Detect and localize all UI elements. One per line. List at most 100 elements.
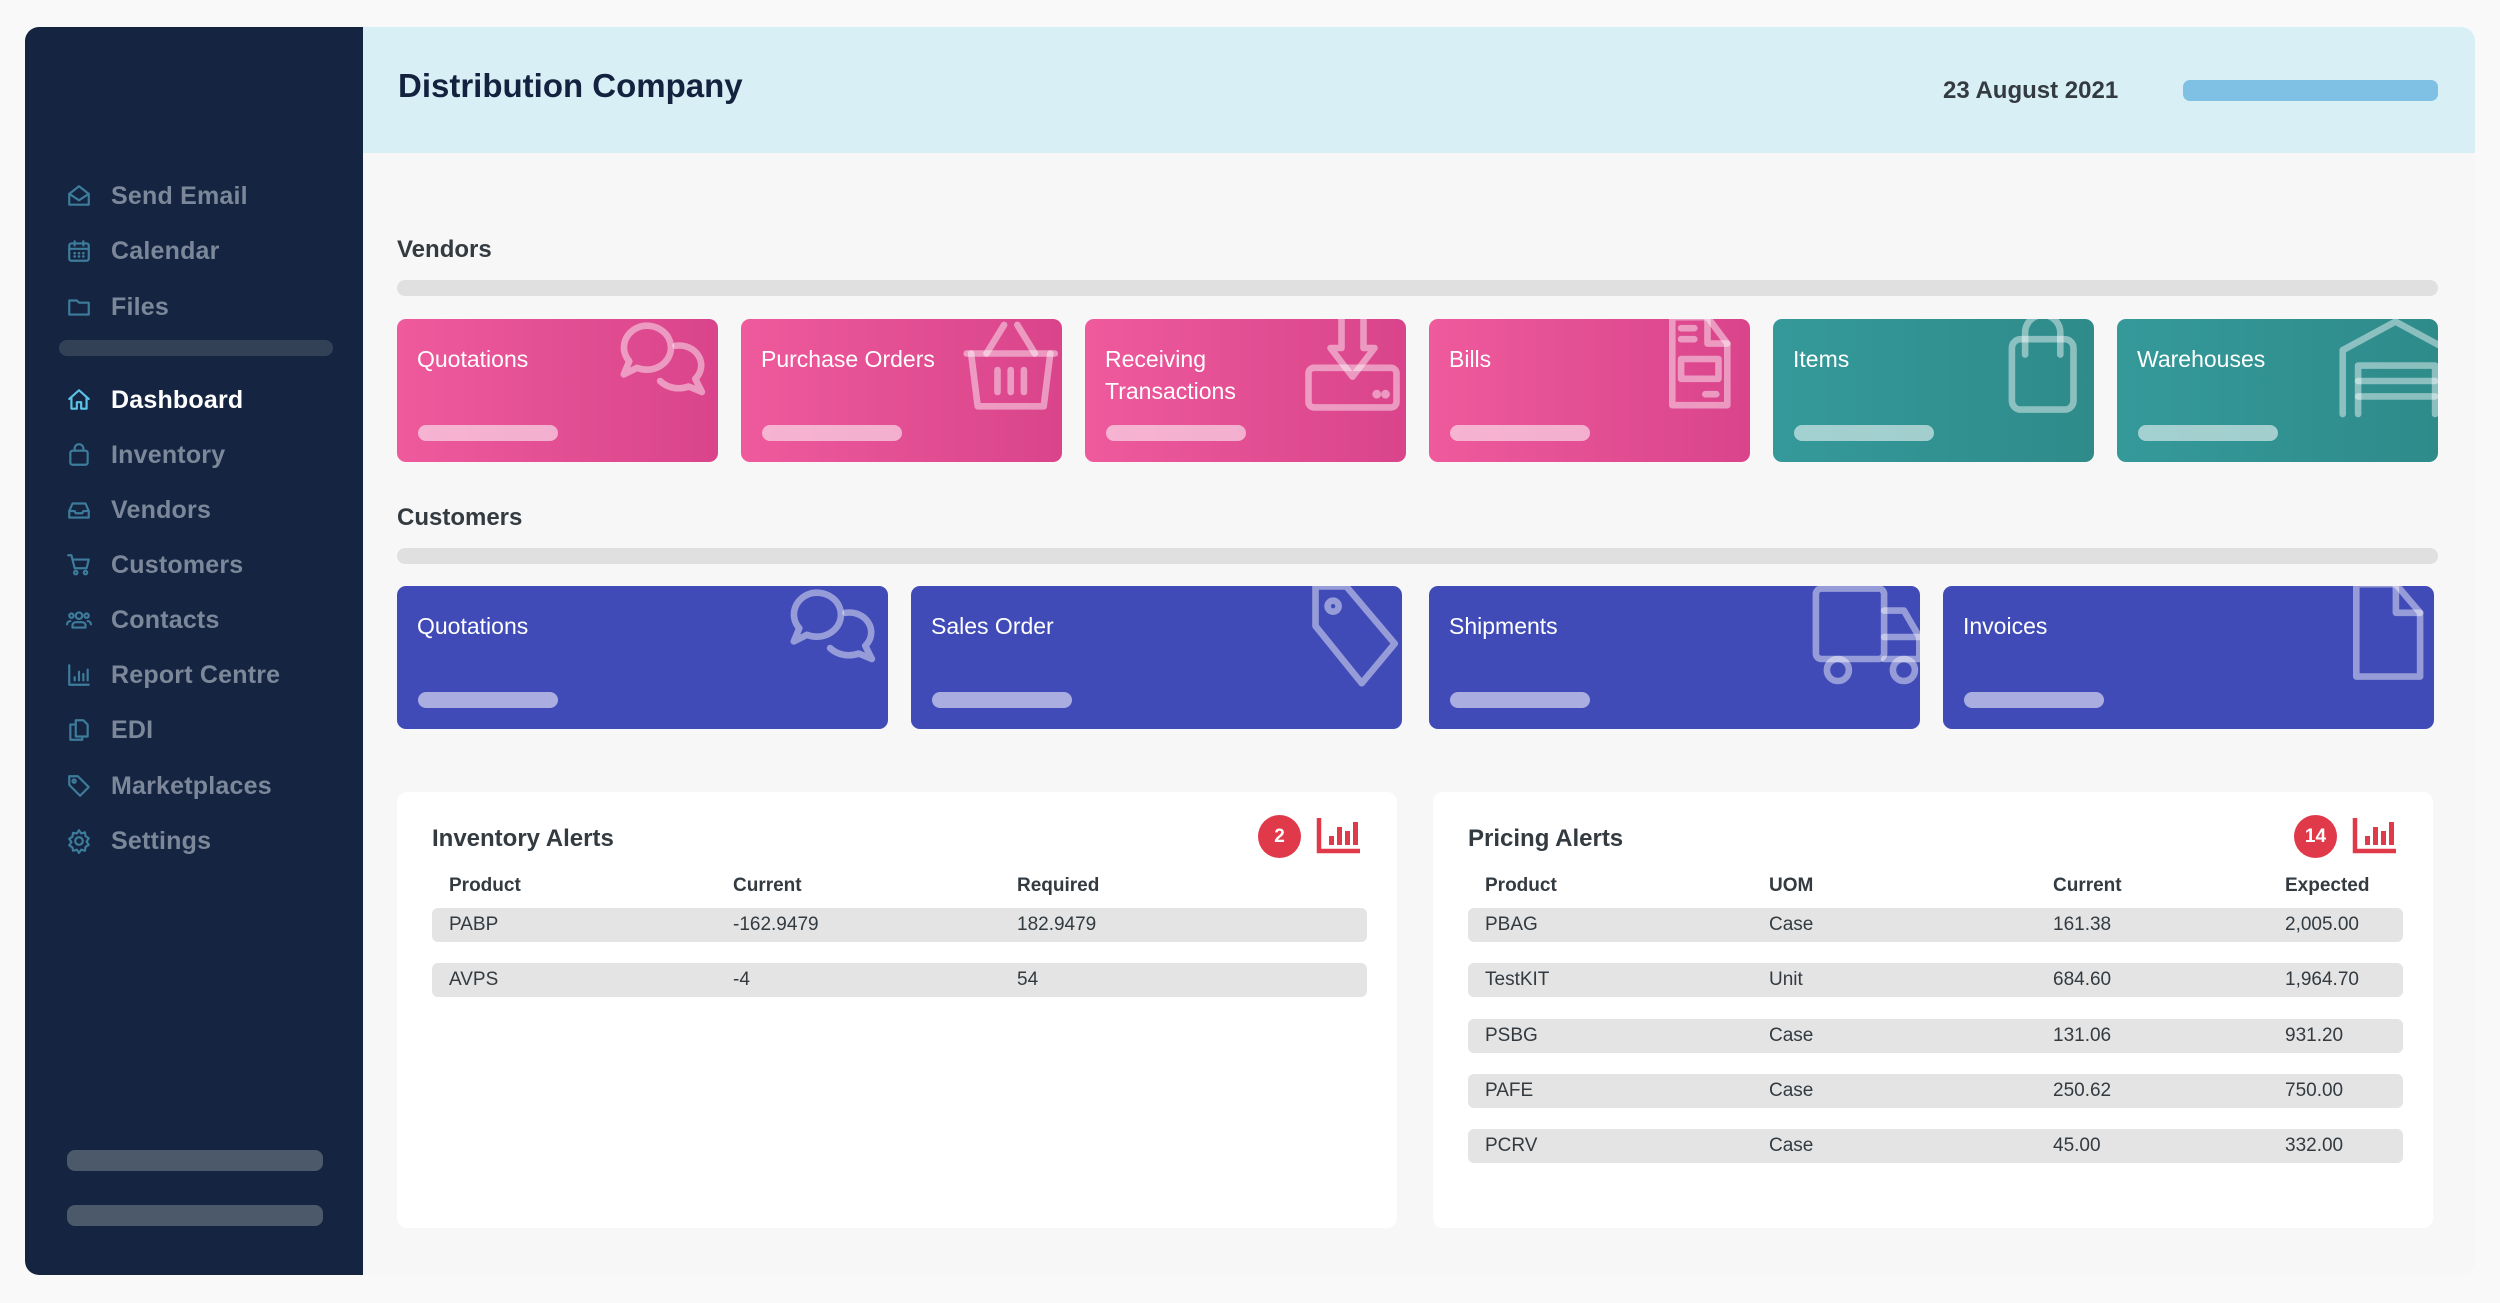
table-row[interactable]: PSBG Case 131.06 931.20 <box>1468 1019 2403 1053</box>
inbox-icon <box>65 496 93 524</box>
column-header: Product <box>449 875 521 896</box>
vendor-tile-warehouses[interactable]: Warehouses <box>2117 319 2438 462</box>
column-header: Required <box>1017 875 1100 896</box>
cell-expected: 750.00 <box>2285 1080 2344 1101</box>
tile-bar <box>932 692 1072 708</box>
sidebar-item-label: Report Centre <box>111 660 281 689</box>
tile-bar <box>1794 425 1934 441</box>
table-row[interactable]: AVPS -4 54 <box>432 963 1367 997</box>
table-row[interactable]: TestKIT Unit 684.60 1,964.70 <box>1468 963 2403 997</box>
cell-uom: Unit <box>1769 969 1803 990</box>
table-header: Product Current Required <box>432 875 1367 899</box>
table-row[interactable]: PAFE Case 250.62 750.00 <box>1468 1074 2403 1108</box>
tile-label: Quotations <box>417 346 529 372</box>
customer-tile-sales-order[interactable]: Sales Order <box>911 586 1402 729</box>
sidebar-item-label: Settings <box>111 826 212 855</box>
cell-expected: 2,005.00 <box>2285 914 2359 935</box>
sidebar: Send Email Calendar Files Dashboard Inve… <box>25 27 363 1275</box>
tile-label: Shipments <box>1449 613 1558 639</box>
customer-tile-invoices[interactable]: Invoices <box>1943 586 2434 729</box>
sidebar-item-label: EDI <box>111 715 154 744</box>
panel-title: Pricing Alerts <box>1468 825 1624 852</box>
sidebar-item-vendors[interactable]: Vendors <box>65 490 211 530</box>
sidebar-item-marketplaces[interactable]: Marketplaces <box>65 766 272 806</box>
cell-product: AVPS <box>449 969 499 990</box>
bar-chart-icon[interactable] <box>1316 816 1362 854</box>
user-menu-placeholder[interactable] <box>2183 80 2438 101</box>
table-row[interactable]: PBAG Case 161.38 2,005.00 <box>1468 908 2403 942</box>
tile-bar <box>1450 692 1590 708</box>
cell-product: PBAG <box>1485 914 1538 935</box>
tile-bar <box>418 692 558 708</box>
customers-section-divider <box>397 548 2438 564</box>
vendor-tile-receiving-transactions[interactable]: Receiving Transactions <box>1085 319 1406 462</box>
cell-product: PCRV <box>1485 1135 1538 1156</box>
sidebar-item-report-centre[interactable]: Report Centre <box>65 655 280 695</box>
shopping-bag-icon <box>65 441 93 469</box>
file-icon <box>2323 586 2434 692</box>
tile-bar <box>418 425 558 441</box>
vendor-tile-purchase-orders[interactable]: Purchase Orders <box>741 319 1062 462</box>
cell-uom: Case <box>1769 1080 1814 1101</box>
column-header: Expected <box>2285 875 2370 896</box>
sidebar-item-dashboard[interactable]: Dashboard <box>65 380 243 420</box>
table-row[interactable]: PCRV Case 45.00 332.00 <box>1468 1129 2403 1163</box>
vendor-tile-quotations[interactable]: Quotations <box>397 319 718 462</box>
cell-current: 250.62 <box>2053 1080 2112 1101</box>
tile-label: Receiving Transactions <box>1105 346 1236 404</box>
customer-tile-quotations[interactable]: Quotations <box>397 586 888 729</box>
warehouse-icon <box>2327 319 2438 425</box>
bar-chart-icon[interactable] <box>2352 816 2398 854</box>
cell-required: 182.9479 <box>1017 914 1097 935</box>
table-row[interactable]: PABP -162.9479 182.9479 <box>432 908 1367 942</box>
sidebar-item-label: Inventory <box>111 440 226 469</box>
sidebar-item-customers[interactable]: Customers <box>65 545 243 585</box>
tag-icon <box>1291 586 1402 692</box>
folder-icon <box>65 293 93 321</box>
cell-uom: Case <box>1769 1025 1814 1046</box>
cell-uom: Case <box>1769 1135 1814 1156</box>
app-window: Send Email Calendar Files Dashboard Inve… <box>25 27 2475 1275</box>
cell-product: PABP <box>449 914 499 935</box>
customers-section-label: Customers <box>397 504 523 531</box>
sidebar-footer-button-1[interactable] <box>67 1150 323 1171</box>
basket-icon <box>951 319 1062 425</box>
vendor-tile-items[interactable]: Items <box>1773 319 2094 462</box>
chat-bubbles-icon <box>607 319 718 425</box>
tile-label: Warehouses <box>2137 346 2266 372</box>
sidebar-item-files[interactable]: Files <box>65 287 169 327</box>
table-header: Product UOM Current Expected <box>1468 875 2403 899</box>
sidebar-item-send-email[interactable]: Send Email <box>65 176 248 216</box>
sidebar-item-label: Contacts <box>111 605 220 634</box>
cart-icon <box>65 551 93 579</box>
vendors-section-label: Vendors <box>397 236 492 263</box>
sidebar-item-inventory[interactable]: Inventory <box>65 435 225 475</box>
sidebar-item-label: Customers <box>111 550 244 579</box>
tag-icon <box>65 772 93 800</box>
vendor-tile-bills[interactable]: Bills <box>1429 319 1750 462</box>
vendors-section-divider <box>397 280 2438 296</box>
column-header: Product <box>1485 875 1557 896</box>
cell-uom: Case <box>1769 914 1814 935</box>
cell-product: PSBG <box>1485 1025 1538 1046</box>
sidebar-item-edi[interactable]: EDI <box>65 710 153 750</box>
download-tray-icon <box>1295 319 1406 425</box>
customer-tile-shipments[interactable]: Shipments <box>1429 586 1920 729</box>
tile-bar <box>1964 692 2104 708</box>
sidebar-footer-button-2[interactable] <box>67 1205 323 1226</box>
sidebar-item-calendar[interactable]: Calendar <box>65 231 220 271</box>
sidebar-item-label: Calendar <box>111 236 220 265</box>
tile-bar <box>2138 425 2278 441</box>
sidebar-divider <box>59 340 333 356</box>
sidebar-item-settings[interactable]: Settings <box>65 821 211 861</box>
cell-current: -4 <box>733 969 750 990</box>
users-icon <box>65 606 93 634</box>
tile-bar <box>762 425 902 441</box>
tile-label: Bills <box>1449 346 1492 372</box>
cell-required: 54 <box>1017 969 1039 990</box>
column-header: Current <box>2053 875 2122 896</box>
sidebar-item-label: Marketplaces <box>111 771 272 800</box>
copy-icon <box>65 716 93 744</box>
sidebar-item-contacts[interactable]: Contacts <box>65 600 220 640</box>
tile-label: Purchase Orders <box>761 346 935 372</box>
